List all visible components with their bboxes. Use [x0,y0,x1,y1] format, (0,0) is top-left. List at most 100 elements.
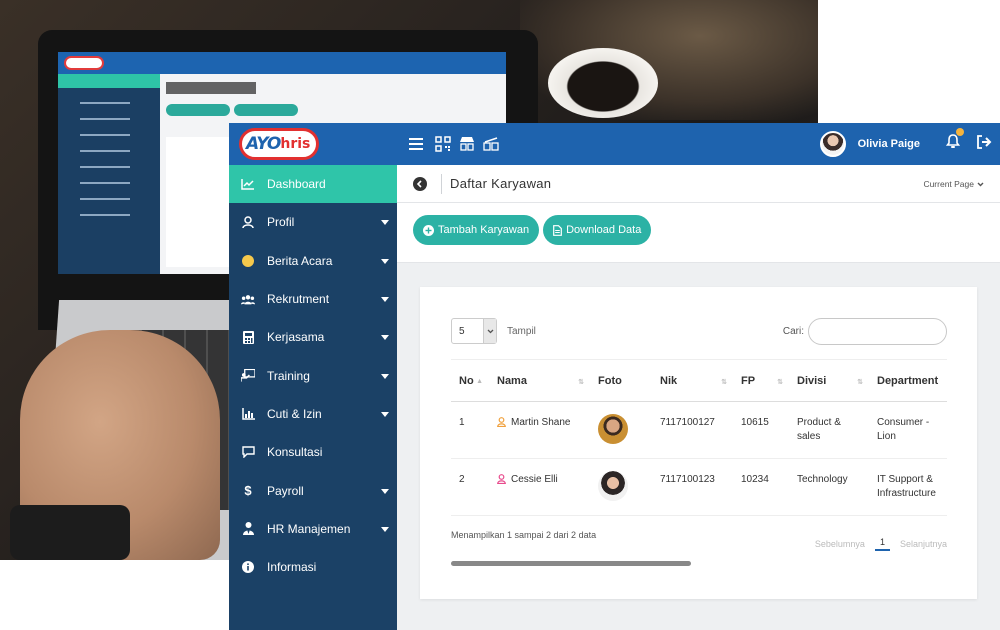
sidebar-item-dashboard[interactable]: Dashboard [229,165,397,204]
sidebar-item-konsultasi[interactable]: Konsultasi [229,433,397,471]
cell-divisi: Technology [789,458,869,516]
title-divider [441,173,442,194]
cell-divisi: Product & sales [789,401,869,459]
column-header-foto[interactable]: Foto [590,359,652,402]
table-row[interactable]: 1 Martin Shane 7117100127 10615 Product … [451,401,947,459]
add-employee-button[interactable]: Tambah Karyawan [413,215,540,245]
caret-down-icon [381,335,389,341]
sidebar-item-label: Payroll [267,483,304,498]
notification-dot [956,128,964,136]
employee-name[interactable]: Cessie Elli [511,474,558,485]
sidebar-item-label: Cuti & Izin [267,406,322,421]
cell-department: IT Support & Infrastructure [869,458,947,516]
mini-logo [64,56,104,70]
ayohris-logo[interactable]: AYO hris [239,128,320,160]
column-header-department[interactable]: Department [869,359,947,402]
dollar-icon: $ [244,483,252,499]
horizontal-scrollbar[interactable] [451,561,691,566]
current-page-dropdown[interactable]: Current Page [923,179,984,189]
cell-fp: 10234 [733,458,789,516]
next-page-link[interactable]: Selanjutnya [900,539,947,549]
users-icon [241,292,255,306]
user-outline-icon [497,417,506,430]
column-header-fp[interactable]: FP ⇅ [733,359,789,402]
sort-icon: ▲ [476,378,483,385]
caret-down-icon [381,488,389,494]
caret-down-icon [381,220,389,226]
sidebar-item-payroll[interactable]: $ Payroll [229,471,397,509]
hamburger-menu-icon[interactable] [409,138,423,150]
employee-photo [598,471,628,501]
sort-icon: ⇅ [857,379,863,386]
pagination: Sebelumnya 1 Selanjutnya [815,537,947,551]
logo-hris: hris [280,136,311,152]
main-content: Daftar Karyawan Current Page Tambah Kary… [397,165,1000,630]
cell-nama: Cessie Elli [489,458,590,516]
search-input[interactable] [808,317,947,345]
logo-wrap: AYO hris [229,123,397,165]
sidebar-item-label: Training [267,368,310,383]
plus-circle-icon [423,224,434,236]
sidebar-item-label: Profil [267,215,295,230]
sidebar-item-label: HR Manajemen [267,521,351,536]
logout-icon[interactable] [976,134,992,154]
employee-table: No ▲ Nama ⇅ Foto Nik ⇅ FP ⇅ Divisi ⇅ Departme… [451,359,947,516]
user-area: Olivia Paige [819,128,1000,157]
page-header: Daftar Karyawan Current Page [397,165,1000,203]
sidebar-item-informasi[interactable]: Informasi [229,548,397,586]
chevron-down-icon [483,319,496,343]
sidebar-item-hr-manajemen[interactable]: HR Manajemen [229,510,397,548]
cell-fp: 10615 [733,401,789,459]
back-arrow-icon[interactable] [413,176,427,191]
table-footer: Menampilkan 1 sampai 2 dari 2 data Sebel… [451,530,947,551]
prev-page-link[interactable]: Sebelumnya [815,539,865,549]
moon-icon [241,254,255,268]
page-number-current[interactable]: 1 [874,537,890,551]
column-header-nik[interactable]: Nik ⇅ [652,359,733,402]
sidebar-item-training[interactable]: Training [229,356,397,394]
download-data-button[interactable]: Download Data [543,215,652,245]
sidebar-item-berita-acara[interactable]: Berita Acara [229,242,397,280]
sidebar: Dashboard Profil Berita Acara Rekrutment… [229,165,397,630]
qr-store-icon[interactable] [459,136,475,152]
user-icon [241,215,255,229]
user-avatar[interactable] [819,131,846,157]
cell-nama: Martin Shane [489,401,590,459]
topbar: AYO hris Olivia Paige [229,123,1000,165]
current-page-label: Current Page [923,178,974,189]
bar-chart-icon [241,407,255,421]
file-icon [553,224,563,236]
column-header-nama[interactable]: Nama ⇅ [489,359,590,402]
sort-icon: ⇅ [777,379,783,386]
qr-check-icon[interactable] [483,136,499,152]
search-label: Cari: [782,325,804,337]
page-size-select[interactable]: 5 [451,318,497,344]
cell-no: 1 [451,401,489,459]
column-header-divisi[interactable]: Divisi ⇅ [789,359,869,402]
user-name[interactable]: Olivia Paige [858,138,920,150]
table-info: Menampilkan 1 sampai 2 dari 2 data [451,530,597,540]
add-employee-label: Tambah Karyawan [438,224,530,236]
cell-no: 2 [451,458,489,516]
table-header-row: No ▲ Nama ⇅ Foto Nik ⇅ FP ⇅ Divisi ⇅ Departme… [451,359,947,402]
sidebar-item-kerjasama[interactable]: Kerjasama [229,318,397,356]
sidebar-item-profil[interactable]: Profil [229,203,397,241]
comment-icon [241,445,255,459]
cell-nik: 7117100127 [652,401,733,459]
table-row[interactable]: 2 Cessie Elli 7117100123 10234 Technolog… [451,458,947,516]
calculator-icon [241,330,255,344]
sidebar-item-label: Kerjasama [267,330,325,345]
sidebar-item-cuti-izin[interactable]: Cuti & Izin [229,395,397,433]
qr-code-icon[interactable] [435,136,451,152]
chart-icon [241,177,255,191]
sidebar-item-label: Rekrutment [267,292,330,307]
app-window: AYO hris Olivia Paige Dashboard Profil B… [229,123,1000,630]
bell-icon[interactable] [945,128,964,154]
mini-topbar [58,52,506,74]
toolbar-spacer [397,249,1000,263]
employee-photo [598,414,628,444]
employee-name[interactable]: Martin Shane [511,417,570,428]
column-header-no[interactable]: No ▲ [451,359,489,402]
sidebar-item-rekrutment[interactable]: Rekrutment [229,280,397,318]
cell-department: Consumer - Lion [869,401,947,459]
